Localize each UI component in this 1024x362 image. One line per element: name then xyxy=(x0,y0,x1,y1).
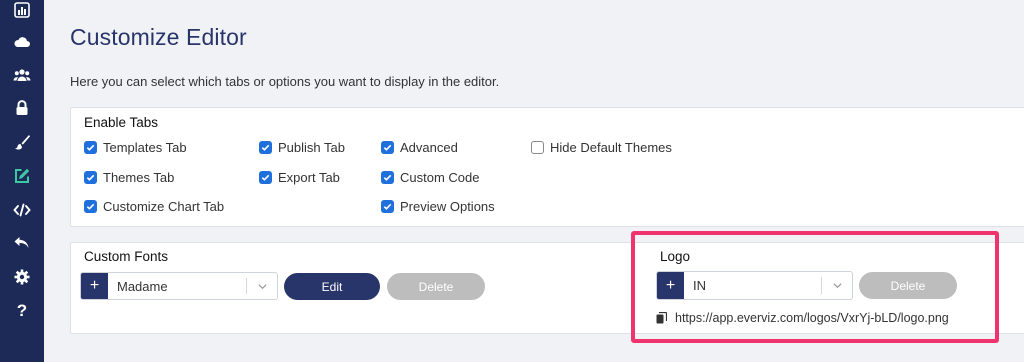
delete-font-button[interactable]: Delete xyxy=(387,273,485,300)
preview-options-option[interactable]: Preview Options xyxy=(381,199,495,214)
checkbox-checked-icon[interactable] xyxy=(84,141,97,154)
option-label: Customize Chart Tab xyxy=(103,199,225,214)
checkbox-checked-icon[interactable] xyxy=(84,171,97,184)
code-icon[interactable] xyxy=(10,198,34,222)
gear-icon[interactable] xyxy=(10,265,34,289)
main-content: Customize Editor Here you can select whi… xyxy=(56,0,1024,362)
chevron-down-icon[interactable] xyxy=(822,272,852,299)
export-tab-option[interactable]: Export Tab xyxy=(259,170,340,185)
logo-url[interactable]: https://app.everviz.com/logos/VxrYj-bLD/… xyxy=(656,311,949,325)
custom-fonts-panel: Custom Fonts + Madame Edit Delete Logo +… xyxy=(70,242,1024,334)
bar-chart-icon[interactable] xyxy=(10,0,34,22)
logo-select-value: IN xyxy=(693,278,706,293)
enable-tabs-panel: Enable Tabs Templates Tab Themes Tab Cus… xyxy=(70,107,1024,227)
option-label: Publish Tab xyxy=(278,140,345,155)
option-label: Advanced xyxy=(400,140,458,155)
font-select[interactable]: + Madame xyxy=(80,272,278,300)
option-label: Templates Tab xyxy=(103,140,187,155)
checkbox-checked-icon[interactable] xyxy=(381,200,394,213)
edit-icon[interactable] xyxy=(10,164,34,188)
logo-url-text: https://app.everviz.com/logos/VxrYj-bLD/… xyxy=(675,311,949,325)
page-description: Here you can select which tabs or option… xyxy=(70,74,500,89)
custom-fonts-heading: Custom Fonts xyxy=(84,249,169,264)
copy-icon[interactable] xyxy=(656,312,667,324)
enable-tabs-heading: Enable Tabs xyxy=(84,115,159,130)
templates-tab-option[interactable]: Templates Tab xyxy=(84,140,187,155)
option-label: Custom Code xyxy=(400,170,480,185)
logo-select[interactable]: + IN xyxy=(656,271,853,300)
publish-tab-option[interactable]: Publish Tab xyxy=(259,140,345,155)
chevron-down-icon[interactable] xyxy=(247,273,277,299)
sidebar: ? xyxy=(0,0,44,362)
undo-icon[interactable] xyxy=(10,231,34,255)
logo-heading: Logo xyxy=(660,249,691,264)
option-label: Themes Tab xyxy=(103,170,175,185)
help-icon[interactable]: ? xyxy=(10,299,34,323)
lock-icon[interactable] xyxy=(10,96,34,120)
option-label: Preview Options xyxy=(400,199,495,214)
font-select-value: Madame xyxy=(117,278,168,294)
themes-tab-option[interactable]: Themes Tab xyxy=(84,170,174,185)
page-title: Customize Editor xyxy=(70,24,247,50)
add-logo-button[interactable]: + xyxy=(657,272,684,299)
checkbox-checked-icon[interactable] xyxy=(84,200,97,213)
option-label: Hide Default Themes xyxy=(550,140,672,155)
users-icon[interactable] xyxy=(10,63,34,87)
checkbox-checked-icon[interactable] xyxy=(381,141,394,154)
checkbox-checked-icon[interactable] xyxy=(259,141,272,154)
customize-chart-tab-option[interactable]: Customize Chart Tab xyxy=(84,199,224,214)
custom-code-option[interactable]: Custom Code xyxy=(381,170,479,185)
checkbox-checked-icon[interactable] xyxy=(381,171,394,184)
checkbox-unchecked-icon[interactable] xyxy=(531,141,544,154)
add-font-button[interactable]: + xyxy=(81,273,108,299)
checkbox-checked-icon[interactable] xyxy=(259,171,272,184)
option-label: Export Tab xyxy=(278,170,340,185)
advanced-option[interactable]: Advanced xyxy=(381,140,458,155)
hide-default-themes-option[interactable]: Hide Default Themes xyxy=(531,140,672,155)
brush-icon[interactable] xyxy=(10,130,34,154)
cloud-icon[interactable] xyxy=(10,30,34,54)
delete-logo-button[interactable]: Delete xyxy=(859,272,957,299)
edit-font-button[interactable]: Edit xyxy=(284,273,380,300)
